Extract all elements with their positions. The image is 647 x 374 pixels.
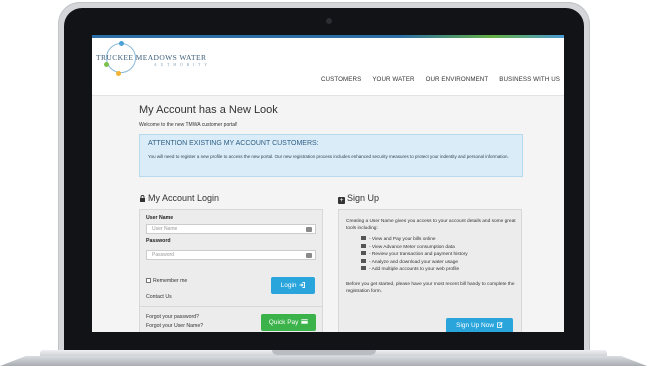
signup-intro: Creating a User Name gives you access to…	[346, 219, 516, 231]
signup-outro: Before you get started, please have your…	[346, 282, 515, 294]
lock-icon	[140, 194, 145, 202]
username-label: User Name	[146, 215, 174, 221]
main-nav: CUSTOMERS YOUR WATER OUR ENVIRONMENT BUS…	[310, 76, 560, 83]
signup-heading-text: Sign Up	[347, 193, 380, 203]
feature-text: - View and Pay your bills online	[369, 237, 436, 242]
login-panel: User Name User Name Password Password Re…	[139, 209, 323, 332]
list-item: - Add multiple accounts to your web prof…	[361, 266, 468, 274]
sign-up-button-label: Sign Up Now	[456, 322, 495, 329]
credit-card-icon	[301, 319, 308, 324]
tmwa-logo[interactable]: TRUCKEE MEADOWS WATER AUTHORITY	[96, 41, 256, 76]
laptop-base-edge	[0, 356, 647, 366]
forgot-password-link[interactable]: Forgot your password?	[146, 314, 199, 320]
chart-icon	[361, 243, 366, 248]
browser-screen: TRUCKEE MEADOWS WATER AUTHORITY CUSTOMER…	[92, 35, 564, 332]
nav-item-customers[interactable]: CUSTOMERS	[321, 76, 361, 83]
password-label: Password	[146, 238, 171, 244]
logo-dot-blue	[119, 41, 124, 46]
list-item: - View and Pay your bills online	[361, 236, 468, 244]
card-icon	[306, 253, 312, 258]
signup-panel: Creating a User Name gives you access to…	[338, 209, 522, 332]
username-field[interactable]: User Name	[146, 224, 316, 234]
laptop-notch	[272, 350, 376, 355]
nav-item-our-environment[interactable]: OUR ENVIRONMENT	[426, 76, 489, 83]
logo-dot-yellow	[116, 71, 121, 76]
site-header: TRUCKEE MEADOWS WATER AUTHORITY CUSTOMER…	[92, 38, 564, 96]
checkbox-icon[interactable]	[146, 278, 151, 283]
edit-icon	[496, 321, 503, 328]
list-item: - View Advance Meter consumption data	[361, 243, 468, 252]
feature-text: - Analyze and download your water usage	[369, 259, 459, 265]
logo-wordmark: TRUCKEE MEADOWS WATER	[96, 53, 207, 62]
notice-banner: ATTENTION EXISTING MY ACCOUNT CUSTOMERS:…	[139, 134, 523, 177]
quick-pay-button[interactable]: Quick Pay	[261, 314, 316, 331]
page-title: My Account has a New Look	[139, 104, 278, 116]
feature-text: - Add multiple accounts to your web prof…	[369, 267, 460, 272]
plus-square-icon: +	[338, 196, 345, 204]
signup-heading: + Sign Up	[338, 193, 379, 204]
list-icon	[361, 251, 366, 255]
remember-me-label: Remember me	[153, 278, 188, 284]
nav-item-business-with-us[interactable]: BUSINESS WITH US	[499, 76, 560, 83]
login-heading: My Account Login	[139, 193, 219, 203]
sign-in-icon	[299, 281, 306, 288]
remember-me-checkbox[interactable]: Remember me	[146, 278, 187, 284]
quick-pay-button-label: Quick Pay	[268, 319, 299, 326]
nav-item-your-water[interactable]: YOUR WATER	[372, 76, 414, 83]
signup-feature-list: - View and Pay your bills online - View …	[361, 236, 468, 274]
contact-us-link[interactable]: Contact Us	[146, 294, 172, 300]
sign-up-now-button[interactable]: Sign Up Now	[446, 318, 513, 332]
password-placeholder: Password	[152, 252, 174, 258]
page-subtitle: Welcome to the new TMWA customer portal!	[139, 122, 238, 128]
notice-title: ATTENTION EXISTING MY ACCOUNT CUSTOMERS:	[148, 140, 319, 147]
feature-text: - Review your transaction and payment hi…	[369, 252, 468, 257]
user-plus-icon	[361, 266, 366, 270]
camera-icon	[326, 18, 332, 24]
feature-text: - View Advance Meter consumption data	[369, 244, 455, 250]
list-item: - Review your transaction and payment hi…	[361, 251, 468, 259]
username-placeholder: User Name	[152, 226, 178, 232]
list-item: - Analyze and download your water usage	[361, 258, 468, 267]
password-field[interactable]: Password	[146, 250, 316, 260]
login-heading-text: My Account Login	[148, 193, 220, 203]
logo-dot-green	[104, 62, 109, 67]
logo-subtitle: AUTHORITY	[154, 63, 211, 67]
notice-text: You will need to register a new profile …	[148, 154, 509, 159]
forgot-username-link[interactable]: Forgot your User Name?	[146, 323, 203, 329]
login-divider	[140, 306, 322, 307]
area-chart-icon	[361, 258, 366, 263]
login-button-label: Login	[280, 282, 297, 289]
bill-icon	[361, 236, 366, 240]
main-content: My Account has a New Look Welcome to the…	[92, 96, 564, 332]
card-icon	[306, 227, 312, 232]
login-button[interactable]: Login	[271, 277, 315, 294]
